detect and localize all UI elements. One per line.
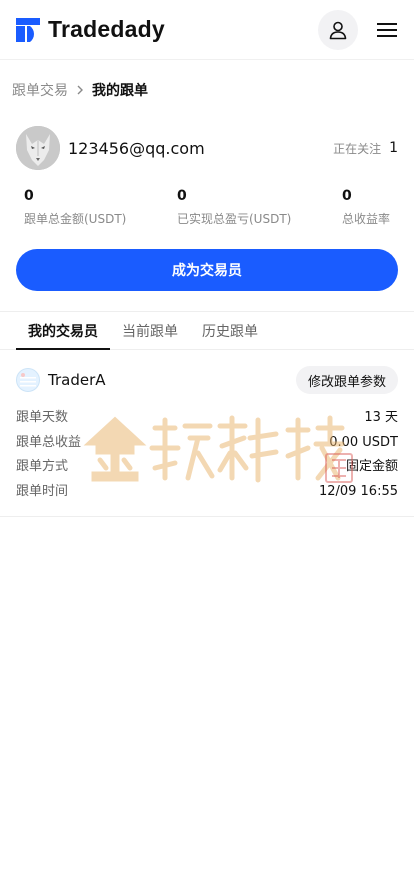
stat-realized-pnl: 0 已实现总盈亏(USDT) bbox=[177, 188, 342, 227]
become-trader-button[interactable]: 成为交易员 bbox=[16, 249, 398, 291]
tab-bar: 我的交易员 当前跟单 历史跟单 bbox=[0, 312, 414, 350]
stat-total-return: 0 总收益率 bbox=[342, 188, 390, 227]
trader-avatar[interactable] bbox=[16, 368, 40, 392]
detail-value: 0.00 USDT bbox=[329, 434, 398, 450]
menu-button[interactable] bbox=[376, 19, 398, 41]
stat-label: 已实现总盈亏(USDT) bbox=[177, 212, 292, 226]
detail-value: 12/09 16:55 bbox=[318, 483, 398, 499]
stat-label: 跟单总金额(USDT) bbox=[24, 212, 127, 226]
stat-label: 总收益率 bbox=[342, 212, 391, 226]
stat-total-amount: 0 跟单总金额(USDT) bbox=[24, 188, 177, 227]
stat-value: 0 bbox=[177, 188, 187, 204]
following-label: 正在关注 bbox=[333, 141, 382, 156]
profile-summary: 123456@qq.com 正在关注 1 bbox=[0, 120, 414, 172]
wolf-avatar-image bbox=[16, 126, 60, 170]
trader-details: 跟单天数 13 天 跟单总收益 0.00 USDT 跟单方式 固定金额 跟单时间… bbox=[16, 408, 398, 502]
following-count: 1 bbox=[389, 140, 398, 156]
brand-logo[interactable]: Tradedady bbox=[16, 16, 165, 43]
user-icon bbox=[329, 21, 347, 39]
trader-name[interactable]: TraderA bbox=[48, 371, 106, 389]
detail-row: 跟单方式 固定金额 bbox=[16, 457, 398, 478]
detail-label: 跟单时间 bbox=[16, 483, 69, 499]
detail-label: 跟单总收益 bbox=[16, 434, 82, 450]
tab-history-copy[interactable]: 历史跟单 bbox=[190, 312, 270, 349]
detail-row: 跟单天数 13 天 bbox=[16, 408, 398, 429]
hamburger-menu-icon bbox=[377, 22, 397, 37]
trader-card: TraderA 修改跟单参数 跟单天数 13 天 跟单总收益 0.00 USDT… bbox=[0, 350, 414, 517]
chevron-right-icon bbox=[77, 85, 83, 95]
stat-value: 0 bbox=[24, 188, 34, 204]
user-account-button[interactable] bbox=[318, 9, 358, 50]
edit-copy-params-button[interactable]: 修改跟单参数 bbox=[295, 366, 398, 394]
detail-label: 跟单方式 bbox=[16, 459, 69, 474]
breadcrumb-current: 我的跟单 bbox=[92, 83, 148, 99]
top-bar: Tradedady bbox=[0, 0, 414, 60]
detail-label: 跟单天数 bbox=[16, 410, 69, 425]
trader-avatar-icon bbox=[20, 373, 36, 387]
detail-row: 跟单时间 12/09 16:55 bbox=[16, 482, 398, 503]
brand-name: Tradedady bbox=[48, 16, 165, 42]
avatar bbox=[16, 126, 60, 170]
breadcrumb-parent-link[interactable]: 跟单交易 bbox=[12, 80, 68, 100]
stat-value: 0 bbox=[342, 188, 352, 204]
following-counter[interactable]: 正在关注 1 bbox=[333, 140, 398, 157]
detail-row: 跟单总收益 0.00 USDT bbox=[16, 433, 398, 454]
stats-row: 0 跟单总金额(USDT) 0 已实现总盈亏(USDT) 0 总收益率 bbox=[0, 172, 414, 227]
user-email: 123456@qq.com bbox=[68, 138, 205, 158]
tradedady-logo-icon bbox=[16, 17, 40, 42]
breadcrumb: 跟单交易 我的跟单 bbox=[0, 60, 414, 120]
tab-my-traders[interactable]: 我的交易员 bbox=[16, 312, 110, 350]
detail-value: 13 天 bbox=[364, 410, 398, 425]
detail-value: 固定金额 bbox=[345, 459, 398, 474]
tab-current-copy[interactable]: 当前跟单 bbox=[110, 312, 190, 349]
